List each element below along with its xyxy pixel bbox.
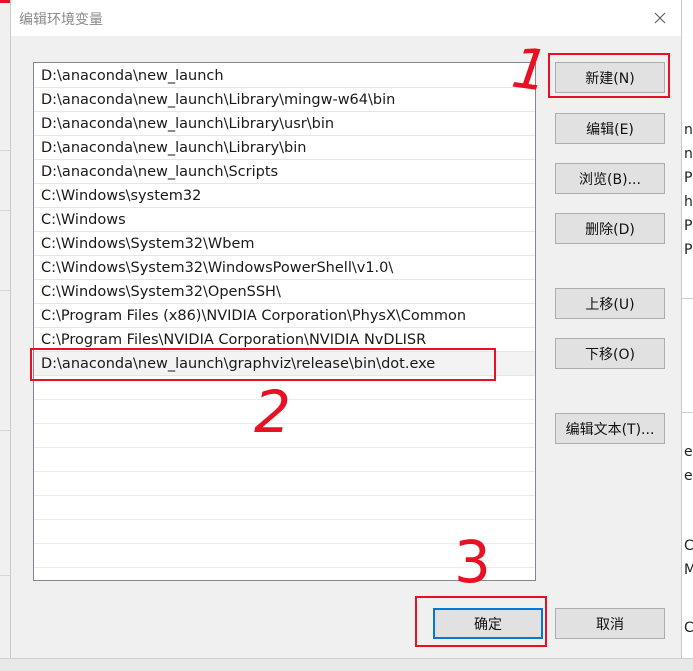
path-list-item[interactable]: D:\anaconda\new_launch\Library\usr\bin bbox=[34, 112, 535, 136]
background-text-fragment: ne bbox=[684, 122, 693, 138]
path-list-item[interactable]: D:\anaconda\new_launch\Library\bin bbox=[34, 136, 535, 160]
path-list-empty-row[interactable] bbox=[34, 448, 535, 472]
background-window-bottom bbox=[0, 658, 693, 671]
background-text-fragment: ne bbox=[684, 146, 693, 162]
browse-button[interactable]: 浏览(B)... bbox=[555, 163, 665, 194]
background-divider bbox=[0, 150, 10, 151]
background-divider bbox=[0, 210, 10, 211]
dialog-titlebar[interactable]: 编辑环境变量 bbox=[11, 0, 681, 36]
path-list-item[interactable]: C:\Windows\system32 bbox=[34, 184, 535, 208]
ok-button[interactable]: 确定 bbox=[433, 608, 543, 639]
move-down-button[interactable]: 下移(O) bbox=[555, 338, 665, 369]
path-list-item[interactable]: D:\anaconda\new_launch\Library\mingw-w64… bbox=[34, 88, 535, 112]
path-list-empty-row[interactable] bbox=[34, 472, 535, 496]
background-divider bbox=[0, 290, 10, 291]
path-list-empty-row[interactable] bbox=[34, 424, 535, 448]
cancel-button[interactable]: 取消 bbox=[555, 608, 665, 639]
background-text-fragment: C bbox=[684, 620, 693, 636]
background-text-fragment: P bbox=[684, 218, 693, 234]
path-list-item[interactable]: D:\anaconda\new_launch\Scripts bbox=[34, 160, 535, 184]
edit-text-button[interactable]: 编辑文本(T)... bbox=[555, 413, 665, 444]
background-text-fragment: P bbox=[684, 170, 693, 186]
dialog-title: 编辑环境变量 bbox=[19, 12, 103, 28]
close-icon bbox=[654, 12, 666, 24]
path-list[interactable]: D:\anaconda\new_launch D:\anaconda\new_la… bbox=[33, 62, 536, 581]
background-accent-strip bbox=[0, 0, 10, 3]
background-text-fragment: M bbox=[684, 562, 693, 578]
background-divider bbox=[0, 575, 10, 576]
new-button[interactable]: 新建(N) bbox=[555, 62, 665, 93]
path-list-item[interactable]: C:\Windows bbox=[34, 208, 535, 232]
path-list-empty-row[interactable] bbox=[34, 496, 535, 520]
move-up-button[interactable]: 上移(U) bbox=[555, 288, 665, 319]
background-text-fragment: h bbox=[684, 194, 693, 210]
path-list-item[interactable]: C:\Windows\System32\WindowsPowerShell\v1… bbox=[34, 256, 535, 280]
edit-button[interactable]: 编辑(E) bbox=[555, 113, 665, 144]
path-list-empty-row[interactable] bbox=[34, 544, 535, 568]
screen: ne ne P h P P er er C M C 编辑环境变量 D:\anac… bbox=[0, 0, 693, 671]
path-list-empty-row[interactable] bbox=[34, 400, 535, 424]
path-list-item[interactable]: C:\Windows\System32\OpenSSH\ bbox=[34, 280, 535, 304]
path-list-item[interactable]: D:\anaconda\new_launch bbox=[34, 64, 535, 88]
path-list-item[interactable]: C:\Program Files (x86)\NVIDIA Corporatio… bbox=[34, 304, 535, 328]
close-button[interactable] bbox=[643, 4, 677, 32]
path-list-empty-row[interactable] bbox=[34, 520, 535, 544]
edit-environment-variable-dialog: 编辑环境变量 D:\anaconda\new_launch D:\anaconda… bbox=[10, 0, 682, 658]
path-list-item[interactable]: C:\Windows\System32\Wbem bbox=[34, 232, 535, 256]
background-divider bbox=[0, 430, 10, 431]
background-window-left bbox=[0, 0, 10, 671]
background-text-fragment: C bbox=[684, 538, 693, 554]
background-text-fragment: er bbox=[684, 468, 693, 484]
path-list-item[interactable]: C:\Program Files\NVIDIA Corporation\NVID… bbox=[34, 328, 535, 352]
path-list-item[interactable]: D:\anaconda\new_launch\graphviz\release\… bbox=[34, 352, 535, 376]
background-text-fragment: er bbox=[684, 444, 693, 460]
path-list-empty-row[interactable] bbox=[34, 568, 535, 580]
delete-button[interactable]: 删除(D) bbox=[555, 213, 665, 244]
background-text-fragment: P bbox=[684, 242, 693, 258]
path-list-empty-row[interactable] bbox=[34, 376, 535, 400]
